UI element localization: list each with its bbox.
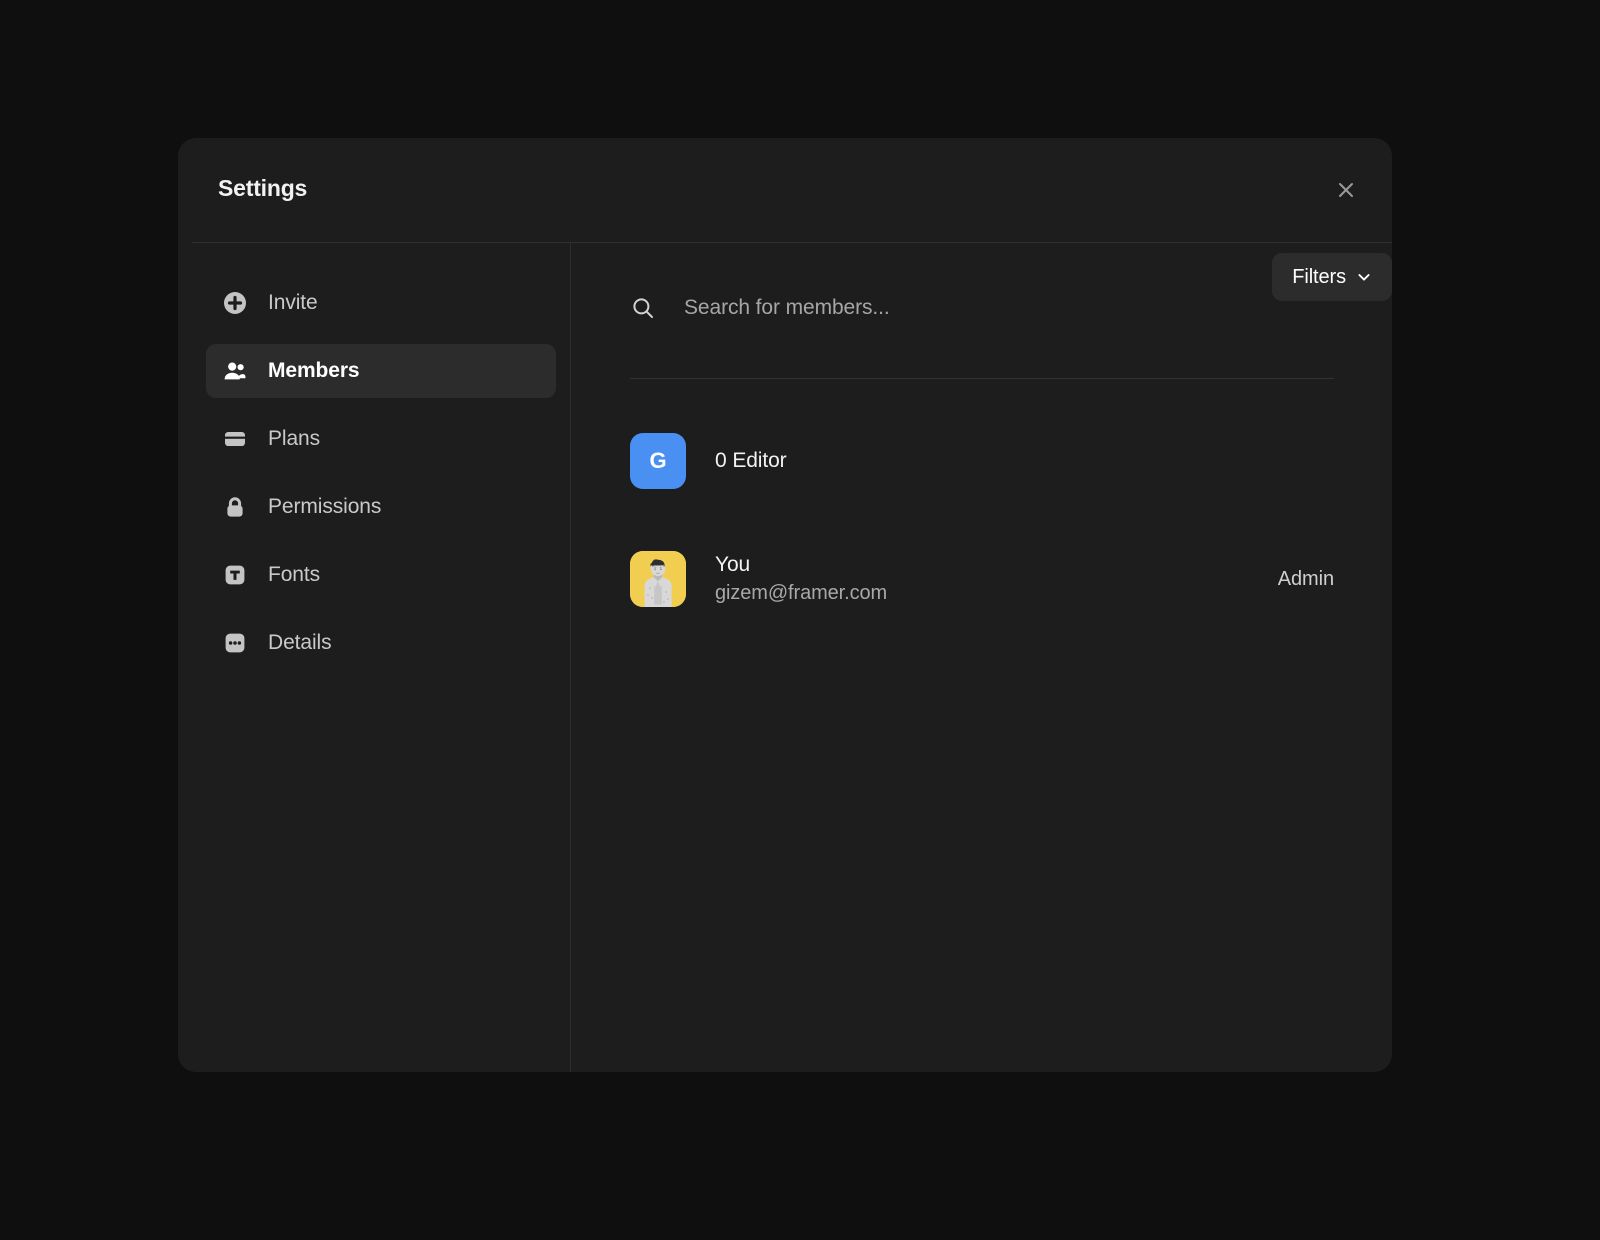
member-name: You <box>715 551 1278 579</box>
member-list: G 0 Editor <box>630 428 1334 664</box>
sidebar-item-plans[interactable]: Plans <box>206 412 556 466</box>
sidebar-item-label: Plans <box>268 427 320 451</box>
member-text: You gizem@framer.com <box>715 551 1278 606</box>
avatar <box>630 551 686 607</box>
filters-label: Filters <box>1292 266 1346 289</box>
sidebar-item-label: Fonts <box>268 563 320 587</box>
plus-circle-icon <box>222 290 248 316</box>
sidebar-item-details[interactable]: Details <box>206 616 556 670</box>
avatar: G <box>630 433 686 489</box>
sidebar-item-label: Details <box>268 631 332 655</box>
member-email: gizem@framer.com <box>715 580 1278 607</box>
filters-button[interactable]: Filters <box>1272 253 1392 301</box>
search-icon <box>630 295 656 321</box>
sidebar-item-label: Invite <box>268 291 318 315</box>
close-glyph <box>1336 180 1356 200</box>
sidebar-item-label: Members <box>268 359 360 383</box>
member-role: Admin <box>1278 568 1334 591</box>
sidebar-item-label: Permissions <box>268 495 381 519</box>
people-icon <box>222 358 248 384</box>
sidebar-item-invite[interactable]: Invite <box>206 276 556 330</box>
members-panel: Filters G 0 Editor <box>570 243 1392 1072</box>
member-name: 0 Editor <box>715 447 1334 475</box>
member-text: 0 Editor <box>715 447 1334 475</box>
search-input[interactable] <box>684 296 1334 320</box>
avatar-photo <box>630 551 686 607</box>
app-background: Settings <box>0 0 1600 1240</box>
dialog-body: Invite Members <box>178 243 1392 1072</box>
sidebar-item-members[interactable]: Members <box>206 344 556 398</box>
chevron-down-icon <box>1356 269 1372 285</box>
font-icon <box>222 562 248 588</box>
list-item[interactable]: You gizem@framer.com Admin <box>630 546 1334 612</box>
search-row <box>630 276 1334 340</box>
lock-icon <box>222 494 248 520</box>
avatar-initial: G <box>649 448 666 474</box>
settings-dialog: Settings <box>178 138 1392 1072</box>
search-divider <box>630 378 1334 379</box>
ellipsis-icon <box>222 630 248 656</box>
page-title: Settings <box>218 175 307 202</box>
sidebar-item-fonts[interactable]: Fonts <box>206 548 556 602</box>
card-icon <box>222 426 248 452</box>
dialog-header: Settings <box>178 138 1392 242</box>
sidebar-item-permissions[interactable]: Permissions <box>206 480 556 534</box>
close-icon[interactable] <box>1328 172 1364 208</box>
sidebar-nav-list: Invite Members <box>178 276 570 670</box>
list-item[interactable]: G 0 Editor <box>630 428 1334 494</box>
settings-sidebar: Invite Members <box>178 243 570 1072</box>
